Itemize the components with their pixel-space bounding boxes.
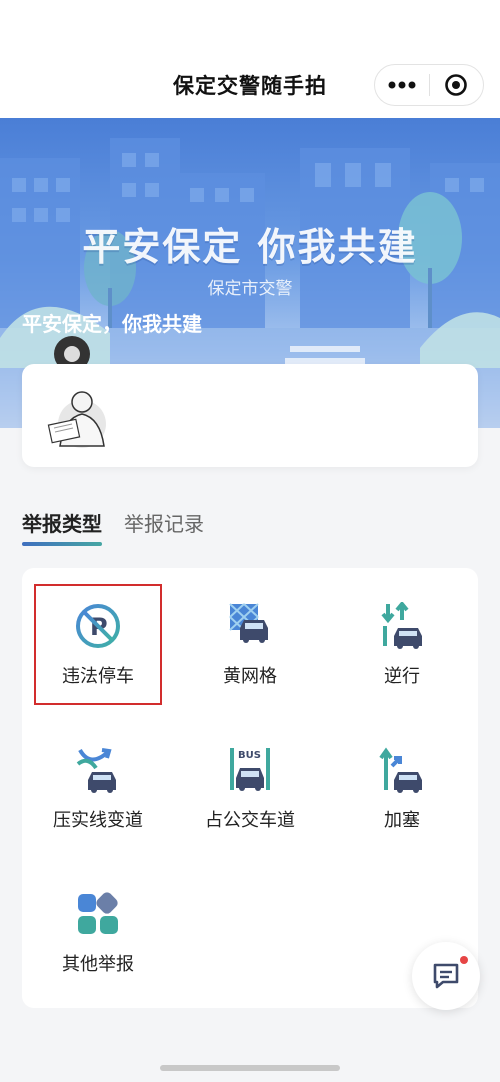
home-indicator [160, 1065, 340, 1071]
report-wrong-way[interactable]: 逆行 [326, 568, 478, 712]
target-close-icon [445, 74, 468, 96]
other-report-icon [78, 892, 118, 934]
banner-subtitle: 保定市交警 [207, 279, 293, 299]
report-bus-lane[interactable]: BUS 占公交车道 [174, 712, 326, 856]
report-other[interactable]: 其他举报 [22, 856, 174, 1000]
chat-icon [433, 963, 459, 989]
svg-text:BUS: BUS [238, 750, 261, 761]
report-label: 占公交车道 [205, 810, 295, 831]
tab-label: 举报记录 [124, 512, 204, 536]
banner-caption: 平安保定，你我共建 [22, 312, 202, 336]
report-solid-line-lane-change[interactable]: 压实线变道 [22, 712, 174, 856]
report-tabs: 举报类型 举报记录 [22, 508, 204, 548]
report-label: 压实线变道 [53, 810, 143, 831]
user-card[interactable] [22, 364, 478, 467]
report-yellow-grid[interactable]: 黄网格 [174, 568, 326, 712]
wrong-way-icon [381, 602, 422, 649]
tab-report-records[interactable]: 举报记录 [124, 508, 204, 548]
notification-dot [460, 956, 468, 964]
mini-program-capsule [374, 64, 484, 106]
report-label: 加塞 [384, 810, 420, 831]
report-cut-in[interactable]: 加塞 [326, 712, 478, 856]
report-label: 逆行 [384, 666, 420, 687]
banner-slogan: 平安保定 你我共建 [82, 225, 418, 269]
selection-highlight [34, 584, 162, 705]
report-label: 黄网格 [223, 666, 277, 687]
more-dots-icon [388, 81, 416, 89]
more-button[interactable] [375, 65, 429, 105]
close-button[interactable] [429, 65, 483, 105]
lane-change-icon [76, 748, 116, 793]
tab-label: 举报类型 [22, 512, 102, 536]
report-label: 其他举报 [62, 954, 134, 975]
avatar [47, 391, 106, 448]
cut-in-icon [379, 747, 422, 793]
active-tab-indicator [22, 542, 102, 546]
feedback-button[interactable] [412, 942, 480, 1010]
tab-report-types[interactable]: 举报类型 [22, 508, 102, 548]
nav-bar: 保定交警随手拍 [0, 0, 500, 118]
yellow-grid-car-icon [229, 603, 268, 643]
bus-lane-icon: BUS [230, 748, 270, 791]
